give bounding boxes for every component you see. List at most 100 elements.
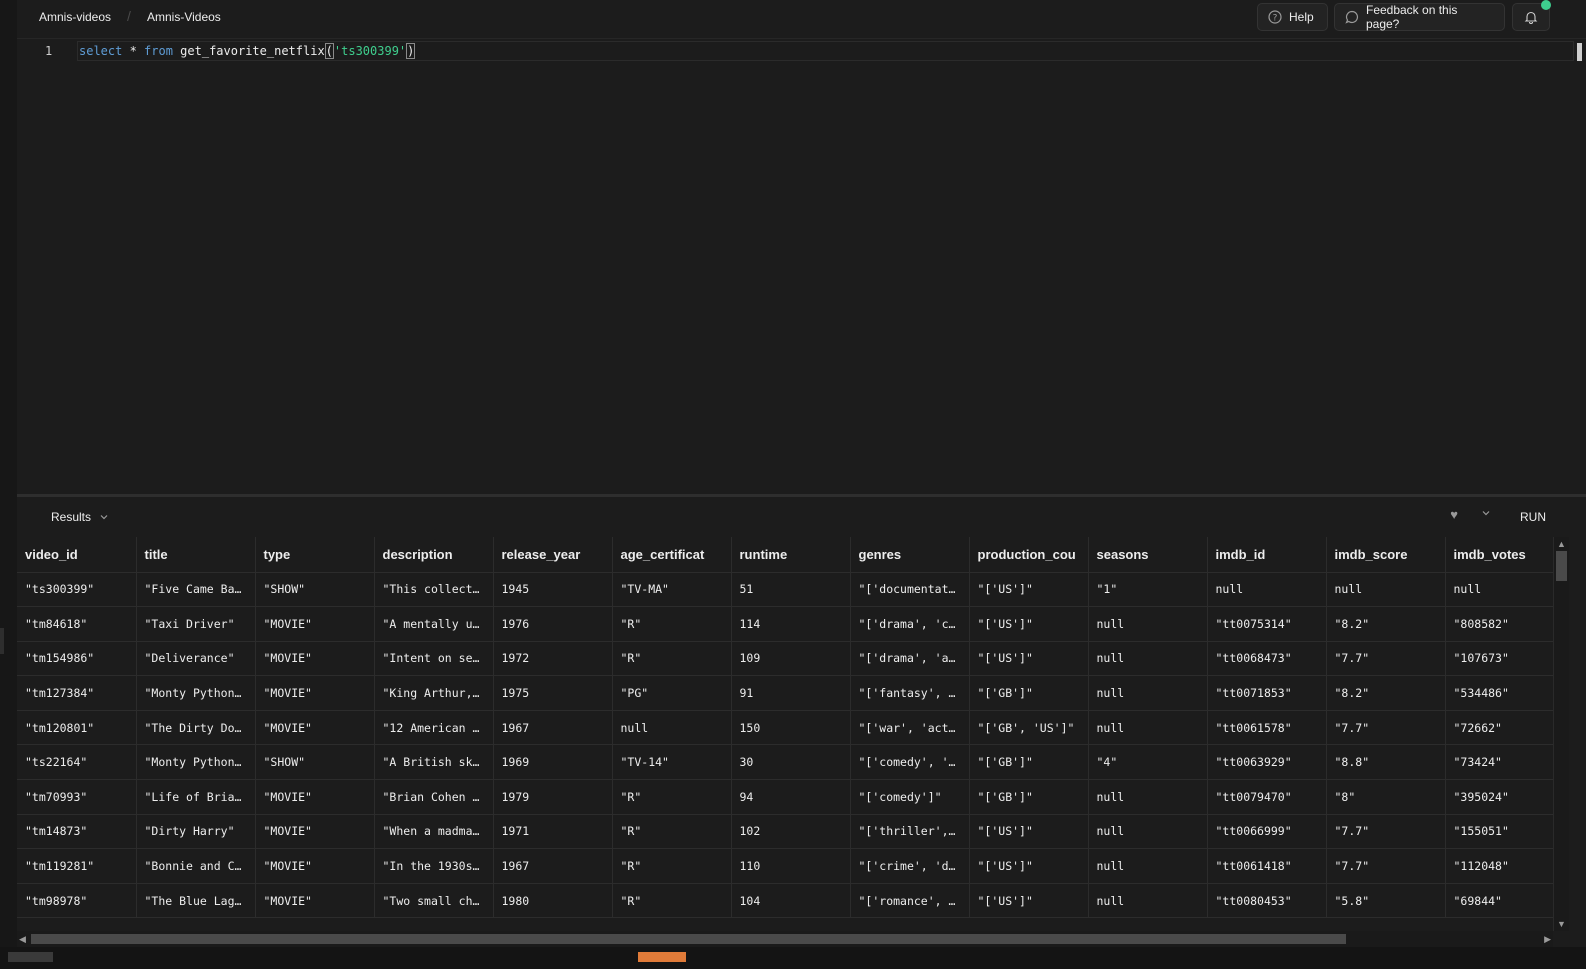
table-cell[interactable]: "A mentally u… bbox=[374, 606, 494, 642]
table-cell[interactable]: "['US']" bbox=[969, 641, 1089, 677]
table-cell[interactable]: null bbox=[1445, 572, 1553, 608]
table-cell[interactable]: "tm120801" bbox=[17, 710, 137, 746]
scroll-up-arrow[interactable]: ▲ bbox=[1557, 539, 1566, 549]
table-cell[interactable]: "7.7" bbox=[1326, 848, 1446, 884]
table-row[interactable]: "ts300399" "Five Came Ba… "SHOW" "This coll… bbox=[17, 572, 1553, 608]
column-header-type[interactable]: type bbox=[255, 537, 375, 573]
table-cell[interactable]: 30 bbox=[731, 744, 851, 781]
table-cell[interactable]: "['GB', 'US']" bbox=[969, 710, 1089, 746]
table-cell[interactable]: "tm14873" bbox=[17, 814, 137, 850]
table-cell[interactable]: "MOVIE" bbox=[255, 641, 375, 677]
table-cell[interactable]: "72662" bbox=[1445, 710, 1553, 746]
table-cell[interactable]: "tt0063929" bbox=[1207, 744, 1327, 781]
table-cell[interactable]: "Monty Python… bbox=[136, 744, 256, 781]
table-cell[interactable]: "8" bbox=[1326, 779, 1446, 815]
table-cell[interactable]: "Five Came Ba… bbox=[136, 572, 256, 608]
table-cell[interactable]: "tt0061578" bbox=[1207, 710, 1327, 746]
column-header-imdb-votes[interactable]: imdb_votes bbox=[1445, 537, 1553, 573]
column-header-runtime[interactable]: runtime bbox=[731, 537, 851, 573]
table-cell[interactable]: "SHOW" bbox=[255, 744, 375, 781]
table-cell[interactable]: "['US']" bbox=[969, 606, 1089, 642]
table-cell[interactable]: "tt0061418" bbox=[1207, 848, 1327, 884]
table-cell[interactable]: 1967 bbox=[493, 710, 613, 746]
table-row[interactable]: "tm119281" "Bonnie and C… "MOVIE" "In the 1… bbox=[17, 848, 1553, 884]
table-cell[interactable]: "['GB']" bbox=[969, 675, 1089, 711]
table-cell[interactable]: "R" bbox=[612, 641, 732, 677]
table-cell[interactable]: "['drama', 'c… bbox=[850, 606, 970, 642]
table-cell[interactable]: "5.8" bbox=[1326, 883, 1446, 919]
help-button[interactable]: ? Help bbox=[1257, 3, 1328, 31]
table-cell[interactable]: "tt0079470" bbox=[1207, 779, 1327, 815]
breadcrumb-database[interactable]: Amnis-Videos bbox=[147, 10, 221, 24]
table-cell[interactable]: null bbox=[1088, 883, 1208, 919]
scroll-down-arrow[interactable]: ▼ bbox=[1557, 919, 1566, 929]
table-cell[interactable]: "tt0066999" bbox=[1207, 814, 1327, 850]
table-cell[interactable]: 150 bbox=[731, 710, 851, 746]
table-cell[interactable]: "ts300399" bbox=[17, 572, 137, 608]
scroll-right-arrow[interactable]: ▶ bbox=[1544, 934, 1551, 945]
table-cell[interactable]: "MOVIE" bbox=[255, 710, 375, 746]
table-cell[interactable]: "TV-14" bbox=[612, 744, 732, 781]
table-cell[interactable]: "The Dirty Do… bbox=[136, 710, 256, 746]
table-cell[interactable]: "King Arthur,… bbox=[374, 675, 494, 711]
horizontal-scroll-thumb[interactable] bbox=[31, 934, 1346, 944]
table-cell[interactable]: "Taxi Driver" bbox=[136, 606, 256, 642]
table-cell[interactable]: null bbox=[1088, 848, 1208, 884]
chevron-down-icon[interactable] bbox=[1481, 507, 1491, 521]
table-cell[interactable]: "tt0068473" bbox=[1207, 641, 1327, 677]
table-cell[interactable]: "MOVIE" bbox=[255, 779, 375, 815]
table-cell[interactable]: "Life of Bria… bbox=[136, 779, 256, 815]
table-row[interactable]: "tm84618" "Taxi Driver" "MOVIE" "A mentally… bbox=[17, 606, 1553, 642]
table-cell[interactable]: "534486" bbox=[1445, 675, 1553, 711]
table-cell[interactable]: "8.2" bbox=[1326, 675, 1446, 711]
table-cell[interactable]: "tm119281" bbox=[17, 848, 137, 884]
table-cell[interactable]: "['war', 'act… bbox=[850, 710, 970, 746]
table-row[interactable]: "tm14873" "Dirty Harry" "MOVIE" "When a mad… bbox=[17, 814, 1553, 850]
table-cell[interactable]: "tt0080453" bbox=[1207, 883, 1327, 919]
table-cell[interactable]: 1975 bbox=[493, 675, 613, 711]
table-cell[interactable]: "R" bbox=[612, 883, 732, 919]
table-row[interactable]: "tm70993" "Life of Bria… "MOVIE" "Brian Coh… bbox=[17, 779, 1553, 815]
table-cell[interactable]: "Monty Python… bbox=[136, 675, 256, 711]
vertical-scroll-thumb[interactable] bbox=[1556, 551, 1567, 581]
table-cell[interactable]: "1" bbox=[1088, 572, 1208, 608]
editor-scroll-marker[interactable] bbox=[1577, 43, 1582, 61]
table-cell[interactable]: 1967 bbox=[493, 848, 613, 884]
table-cell[interactable]: "7.7" bbox=[1326, 710, 1446, 746]
table-cell[interactable]: 1980 bbox=[493, 883, 613, 919]
table-cell[interactable]: null bbox=[1207, 572, 1327, 608]
table-cell[interactable]: "SHOW" bbox=[255, 572, 375, 608]
table-cell[interactable]: "tm98978" bbox=[17, 883, 137, 919]
table-cell[interactable]: "['fantasy', … bbox=[850, 675, 970, 711]
table-cell[interactable]: "R" bbox=[612, 848, 732, 884]
column-header-genres[interactable]: genres bbox=[850, 537, 970, 573]
column-header-age-certificat[interactable]: age_certificat bbox=[612, 537, 732, 573]
table-cell[interactable]: "MOVIE" bbox=[255, 814, 375, 850]
table-cell[interactable]: "['US']" bbox=[969, 848, 1089, 884]
scroll-left-arrow[interactable]: ◀ bbox=[19, 934, 26, 945]
table-cell[interactable]: "The Blue Lag… bbox=[136, 883, 256, 919]
table-row[interactable]: "ts22164" "Monty Python… "SHOW" "A British … bbox=[17, 744, 1553, 781]
table-cell[interactable]: null bbox=[612, 710, 732, 746]
table-cell[interactable]: "TV-MA" bbox=[612, 572, 732, 608]
table-cell[interactable]: 1976 bbox=[493, 606, 613, 642]
table-row[interactable]: "tm127384" "Monty Python… "MOVIE" "King Art… bbox=[17, 675, 1553, 711]
table-cell[interactable]: "['comedy', '… bbox=[850, 744, 970, 781]
results-dropdown[interactable]: Results bbox=[51, 510, 109, 524]
table-cell[interactable]: "Two small ch… bbox=[374, 883, 494, 919]
table-cell[interactable]: "['GB']" bbox=[969, 744, 1089, 781]
table-cell[interactable]: "R" bbox=[612, 606, 732, 642]
table-cell[interactable]: "12 American … bbox=[374, 710, 494, 746]
sql-query[interactable]: select * from get_favorite_netflix('ts30… bbox=[79, 43, 416, 59]
table-cell[interactable]: null bbox=[1088, 675, 1208, 711]
table-cell[interactable]: 94 bbox=[731, 779, 851, 815]
table-cell[interactable]: "MOVIE" bbox=[255, 883, 375, 919]
table-cell[interactable]: "PG" bbox=[612, 675, 732, 711]
table-cell[interactable]: "Deliverance" bbox=[136, 641, 256, 677]
column-header-imdb-score[interactable]: imdb_score bbox=[1326, 537, 1446, 573]
table-cell[interactable]: "['comedy']" bbox=[850, 779, 970, 815]
column-header-video-id[interactable]: video_id bbox=[17, 537, 137, 573]
table-cell[interactable]: "4" bbox=[1088, 744, 1208, 781]
column-header-production-cou[interactable]: production_cou bbox=[969, 537, 1089, 573]
breadcrumb-project[interactable]: Amnis-videos bbox=[39, 10, 111, 24]
